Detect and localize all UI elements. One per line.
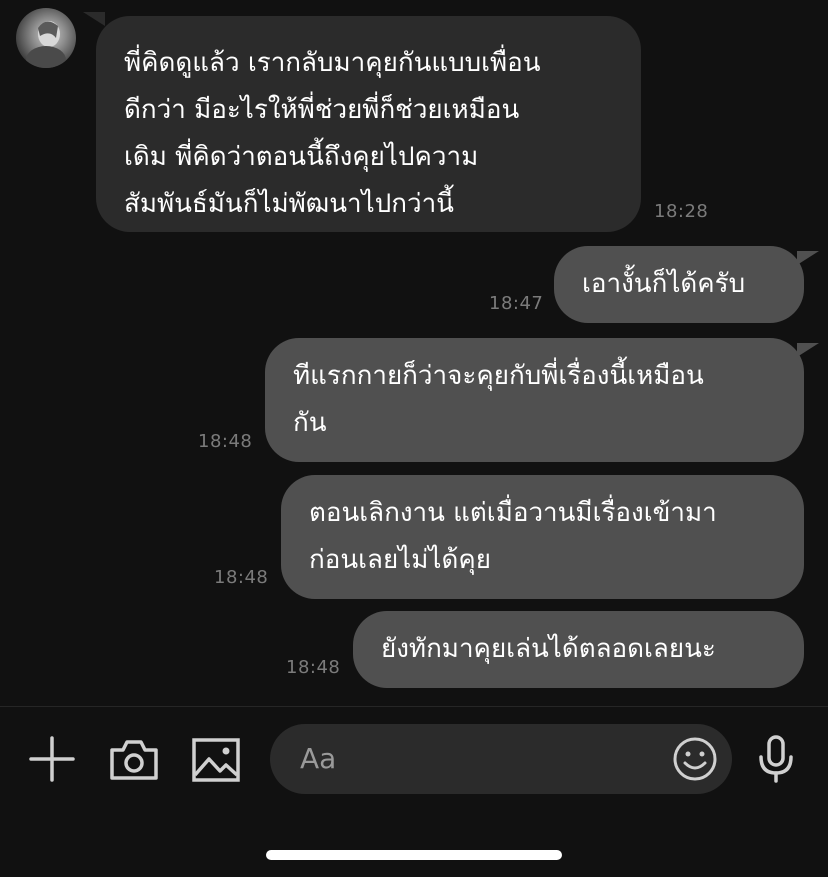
message-input[interactable]: Aa [270,724,732,794]
message-text-line: พี่คิดดูแล้ว เรากลับมาคุยกันแบบเพื่อน [124,48,541,78]
message-timestamp: 18:48 [214,567,269,588]
message-timestamp: 18:48 [198,431,253,452]
camera-icon[interactable] [109,738,159,782]
message-bubble-outgoing[interactable]: ยังทักมาคุยเล่นได้ตลอดเลยนะ [353,611,804,688]
message-bubble-outgoing[interactable]: เอางั้นก็ได้ครับ [554,246,804,323]
message-bubble-outgoing[interactable]: ตอนเลิกงาน แต่เมื่อวานมีเรื่องเข้ามา ก่อ… [281,475,804,599]
home-indicator[interactable] [266,850,562,860]
microphone-icon[interactable] [757,735,795,783]
plus-icon[interactable] [29,736,75,782]
message-bubble-outgoing[interactable]: ทีแรกกายก็ว่าจะคุยกับพี่เรื่องนี้เหมือน … [265,338,804,462]
avatar-photo [26,21,66,68]
message-text-line: ตอนเลิกงาน แต่เมื่อวานมีเรื่องเข้ามา [309,498,717,528]
message-timestamp: 18:47 [489,293,544,314]
message-text-line: กัน [293,408,327,438]
message-text-line: เอางั้นก็ได้ครับ [582,269,746,299]
message-text-line: ก่อนเลยไม่ได้คุย [309,545,491,575]
message-text-line: สัมพันธ์มันก็ไม่พัฒนาไปกว่านี้ [124,189,454,219]
message-input-placeholder: Aa [300,742,337,775]
message-text-line: ดีกว่า มีอะไรให้พี่ช่วยพี่ก็ช่วยเหมือน [124,95,520,125]
message-timestamp: 18:48 [286,657,341,678]
message-text-line: ยังทักมาคุยเล่นได้ตลอดเลยนะ [381,634,716,664]
message-text-line: ทีแรกกายก็ว่าจะคุยกับพี่เรื่องนี้เหมือน [293,361,704,391]
message-text-line: เดิม พี่คิดว่าตอนนี้ถึงคุยไปความ [124,142,479,172]
image-icon[interactable] [192,738,240,782]
message-timestamp: 18:28 [654,201,709,222]
contact-avatar[interactable] [16,8,76,68]
bubble-tail [83,12,105,26]
emoji-icon[interactable] [672,736,718,782]
bubble-tail [797,251,819,265]
bubble-tail [797,343,819,357]
message-bubble-incoming[interactable]: พี่คิดดูแล้ว เรากลับมาคุยกันแบบเพื่อน ดี… [96,16,641,232]
